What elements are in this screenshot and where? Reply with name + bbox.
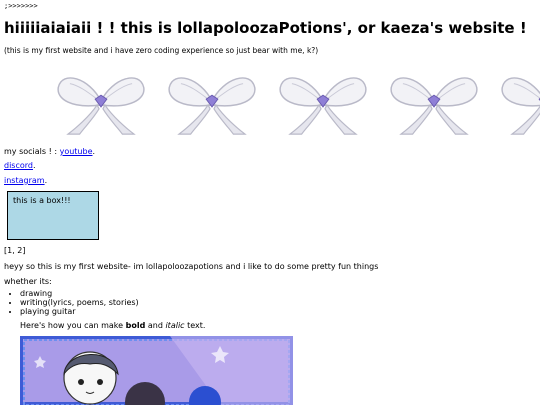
socials-label: my socials ! : [4, 147, 60, 156]
box-text: this is a box!!! [13, 196, 71, 205]
separator: . [92, 147, 96, 156]
ribbon-bow-icon [501, 77, 540, 135]
formatting-text: text. [184, 321, 206, 330]
ribbon-bow-icon [168, 77, 256, 135]
instagram-line: instagram. [4, 176, 47, 185]
list-item: playing guitar [20, 307, 139, 316]
discord-link[interactable]: discord [4, 161, 33, 170]
bold-text: bold [125, 321, 146, 330]
intro-text: heyy so this is my first website- im lol… [4, 262, 379, 271]
separator: . [44, 176, 48, 185]
array-text: [1, 2] [4, 246, 26, 255]
ribbon-bow-icon [279, 77, 367, 135]
ribbon-bow-icon [57, 77, 145, 135]
formatting-text: Here's how you can make [20, 321, 126, 330]
top-line-text: ;>>>>>>> [4, 2, 38, 10]
page-subtitle: (this is my first website and i have zer… [4, 46, 319, 55]
ribbon-bow-icon [390, 77, 478, 135]
youtube-link[interactable]: youtube [60, 147, 93, 156]
blue-box: this is a box!!! [7, 191, 99, 240]
bow-banner [0, 62, 540, 146]
discord-line: discord. [4, 161, 36, 170]
page-title: hiiiiiaiaiaii ! ! this is lollapoloozaPo… [4, 19, 527, 37]
artwork-image [20, 336, 293, 405]
socials-line: my socials ! : youtube. [4, 147, 95, 156]
italic-text: italic [165, 321, 185, 330]
list-item: writing(lyrics, poems, stories) [20, 298, 139, 307]
separator: . [33, 161, 36, 170]
formatting-example: Here's how you can make bold and italic … [20, 321, 205, 330]
character-artwork [20, 336, 293, 405]
instagram-link[interactable]: instagram [4, 176, 45, 185]
hobby-list: drawing writing(lyrics, poems, stories) … [8, 289, 139, 316]
formatting-text: and [145, 321, 166, 330]
list-item: drawing [20, 289, 139, 298]
whether-text: whether its: [4, 277, 52, 286]
